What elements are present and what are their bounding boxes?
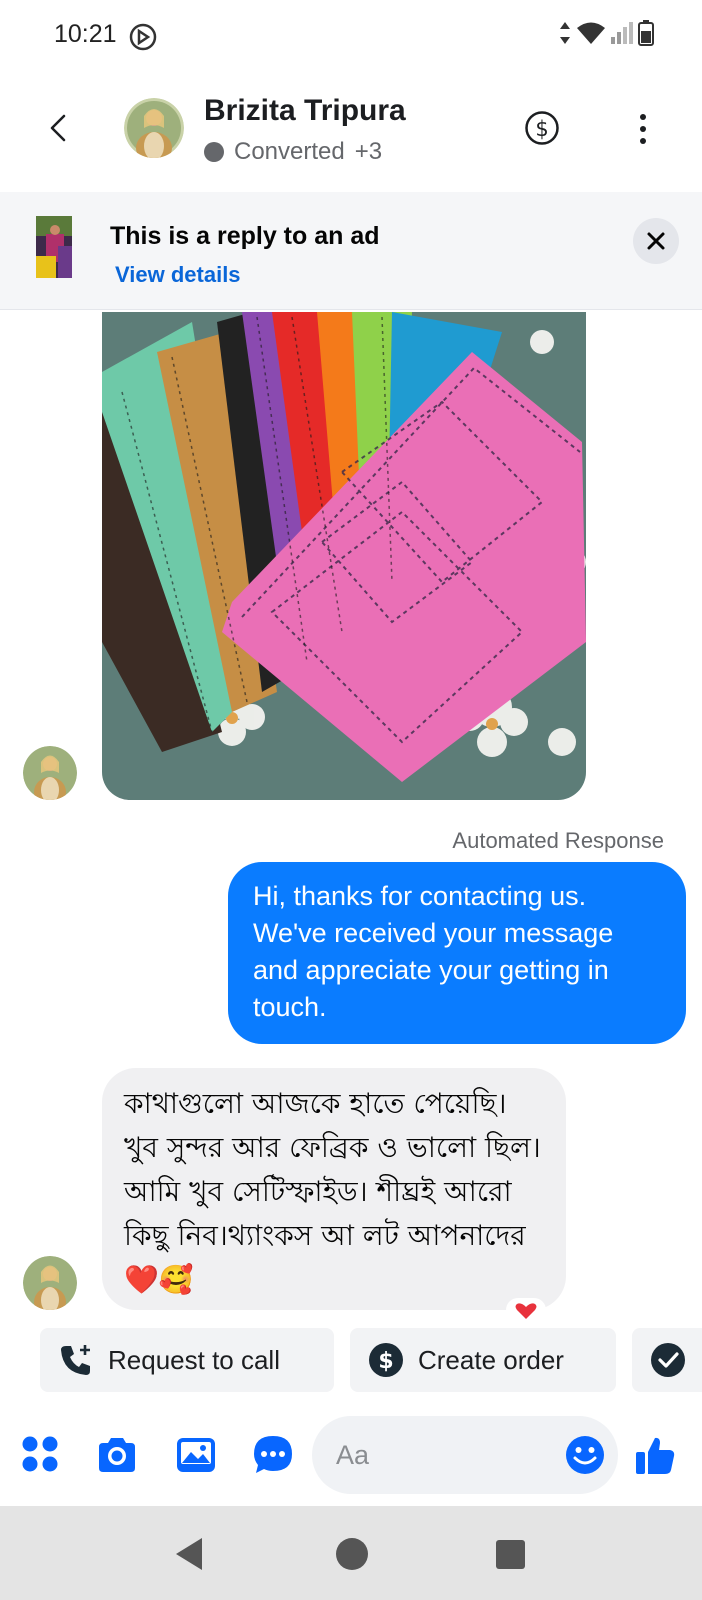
close-icon (647, 232, 665, 250)
message-reaction[interactable] (506, 1298, 546, 1320)
smiley-icon (566, 1436, 604, 1474)
chat-bubble-icon (254, 1436, 292, 1473)
outgoing-message[interactable]: Hi, thanks for contacting us. We've rece… (228, 862, 686, 1044)
heart-reaction-icon (515, 1303, 537, 1319)
payment-button[interactable]: $ (524, 110, 560, 146)
ad-thumbnail[interactable] (36, 216, 72, 278)
sender-avatar[interactable] (23, 746, 77, 800)
kantha-fabric-photo (102, 312, 586, 800)
circle-home-icon (336, 1538, 368, 1570)
contact-status[interactable]: Converted +3 (204, 138, 382, 166)
chat-extensions-button[interactable] (252, 1434, 294, 1476)
request-to-call-button[interactable]: Request to call (40, 1328, 334, 1392)
create-order-label: Create order (418, 1344, 564, 1375)
product-image-message[interactable] (102, 312, 586, 800)
like-button[interactable] (634, 1434, 676, 1476)
wifi-icon (576, 21, 606, 50)
nav-recents-button[interactable] (488, 1532, 532, 1576)
svg-text:$: $ (378, 1349, 393, 1374)
mark-done-button[interactable] (632, 1328, 702, 1392)
automated-response-label: Automated Response (452, 828, 664, 853)
square-recents-icon (496, 1540, 525, 1569)
conversation-header: Brizita Tripura Converted +3 $ (0, 72, 702, 190)
status-label: Converted (234, 138, 345, 165)
ad-reply-title: This is a reply to an ad (110, 222, 380, 250)
more-vertical-icon (640, 114, 646, 144)
phone-add-icon (58, 1342, 94, 1378)
camera-button[interactable] (96, 1434, 138, 1476)
emoji-button[interactable] (564, 1434, 606, 1476)
status-icons (558, 20, 654, 51)
incoming-message[interactable]: কাথাগুলো আজকে হাতে পেয়েছি। খুব সুন্দর আ… (102, 1068, 566, 1310)
grid-dots-icon (22, 1436, 58, 1472)
quick-actions-row: Request to call $ Create order (0, 1328, 702, 1394)
status-time: 10:21 (54, 20, 117, 48)
dollar-circle-icon: $ (368, 1342, 404, 1378)
status-bar: 10:21 (0, 0, 702, 72)
system-navigation-bar (0, 1506, 702, 1600)
status-dot (204, 142, 224, 162)
create-order-button[interactable]: $ Create order (350, 1328, 616, 1392)
svg-text:$: $ (535, 117, 548, 141)
camera-icon (99, 1438, 135, 1472)
back-button[interactable] (38, 108, 78, 148)
dollar-circle-icon: $ (525, 111, 559, 145)
image-icon (177, 1438, 215, 1472)
view-details-link[interactable]: View details (115, 262, 241, 288)
message-composer (0, 1410, 702, 1508)
nav-back-button[interactable] (168, 1532, 212, 1576)
close-ad-banner-button[interactable] (633, 218, 679, 264)
chevron-left-icon (50, 114, 66, 142)
signal-icon (610, 21, 634, 50)
status-extra: +3 (354, 138, 383, 165)
battery-icon (638, 20, 654, 51)
gallery-button[interactable] (175, 1434, 217, 1476)
more-options-button[interactable] (628, 112, 658, 146)
alarm-icon (128, 22, 158, 57)
check-circle-icon (650, 1342, 686, 1378)
nav-home-button[interactable] (330, 1532, 374, 1576)
contact-name[interactable]: Brizita Tripura (204, 94, 406, 128)
apps-button[interactable] (20, 1434, 62, 1476)
request-to-call-label: Request to call (108, 1344, 280, 1375)
ad-reply-banner: This is a reply to an ad View details (0, 192, 702, 310)
contact-avatar[interactable] (124, 98, 184, 158)
thumbs-up-icon (636, 1437, 675, 1474)
triangle-back-icon (176, 1538, 202, 1570)
data-arrows-icon (558, 20, 572, 51)
sender-avatar[interactable] (23, 1256, 77, 1310)
